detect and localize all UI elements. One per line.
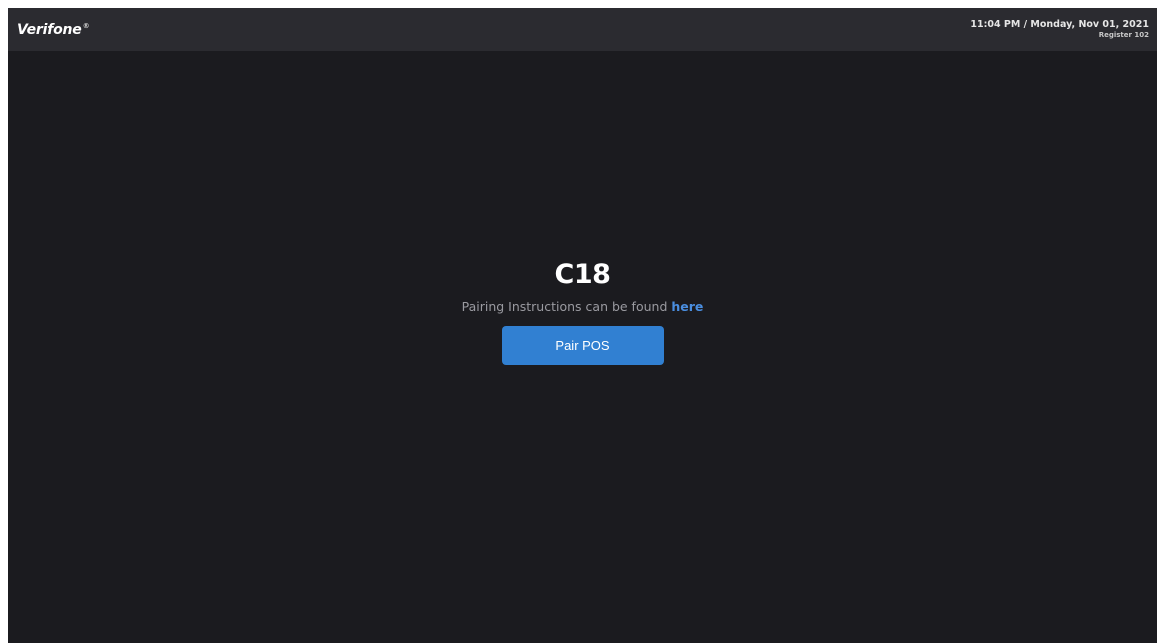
pairing-panel: C18 Pairing Instructions can be found he… xyxy=(8,261,1157,365)
verifone-logo: Verifone® xyxy=(17,21,90,38)
top-bar: Verifone® 11:04 PM / Monday, Nov 01, 202… xyxy=(8,8,1157,51)
app-window: Verifone® 11:04 PM / Monday, Nov 01, 202… xyxy=(8,8,1157,643)
instructions-text: Pairing Instructions can be found xyxy=(461,299,672,314)
instructions-link[interactable]: here xyxy=(671,299,703,314)
device-id-title: C18 xyxy=(554,259,611,290)
logo-text: Verifone xyxy=(17,21,82,38)
status-info: 11:04 PM / Monday, Nov 01, 2021 Register… xyxy=(970,19,1149,39)
datetime-label: 11:04 PM / Monday, Nov 01, 2021 xyxy=(970,19,1149,31)
pairing-instructions: Pairing Instructions can be found here xyxy=(462,299,704,314)
pair-pos-button[interactable]: Pair POS xyxy=(501,326,664,365)
register-label: Register 102 xyxy=(1098,30,1149,39)
logo-trademark: ® xyxy=(82,21,90,30)
